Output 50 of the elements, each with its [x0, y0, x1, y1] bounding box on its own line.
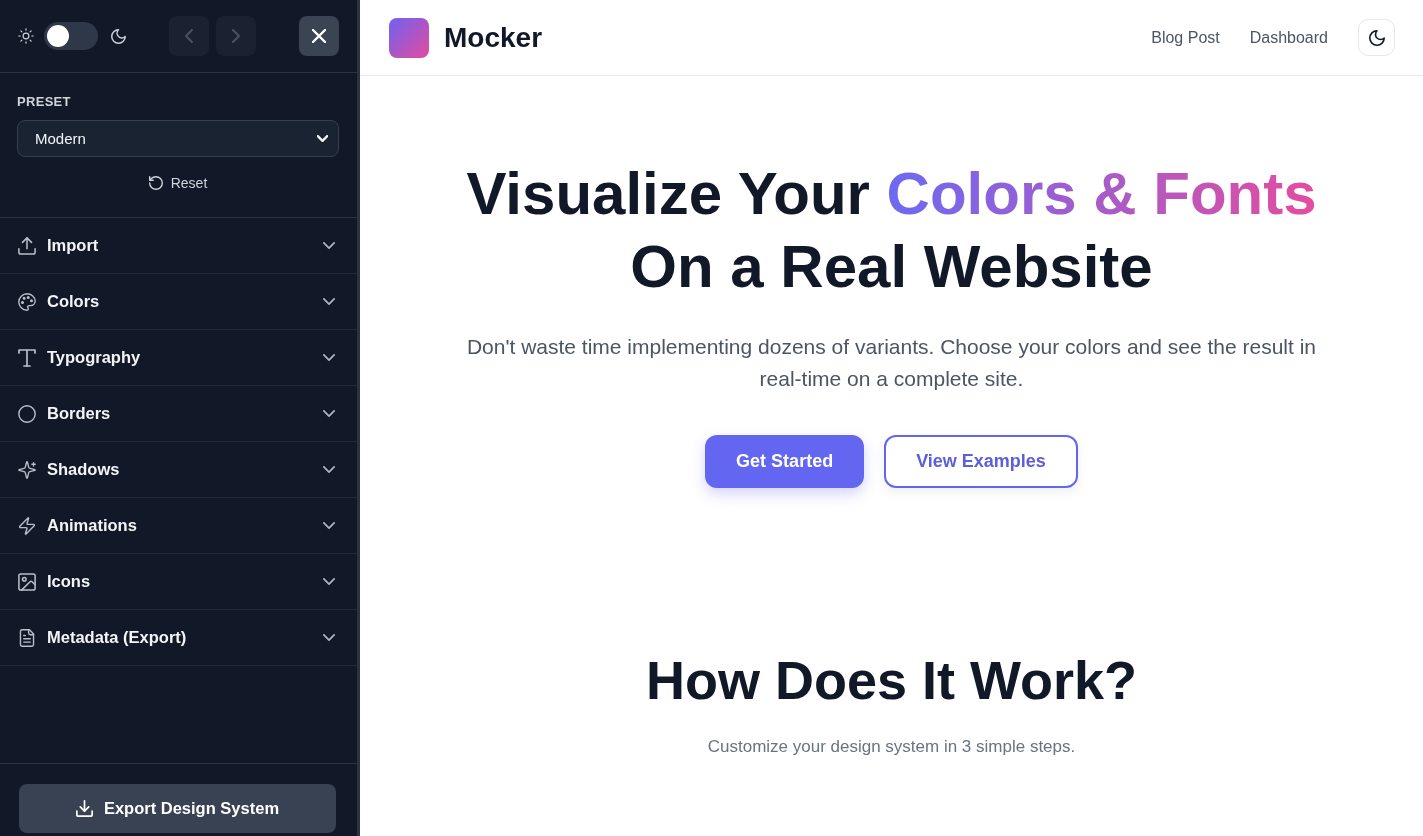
palette-icon [18, 292, 36, 311]
accordion-header[interactable]: Import [0, 218, 357, 274]
accordion-header[interactable]: Colors [0, 274, 357, 330]
image-icon [18, 572, 36, 591]
moon-icon [111, 28, 126, 44]
outline-button[interactable]: View Examples [884, 435, 1078, 488]
section-subtitle: Customize your design system in 3 simple steps. [706, 736, 1077, 758]
accordion-header[interactable]: Animations [0, 498, 357, 554]
chevron-left-icon [185, 29, 193, 43]
accordion-header[interactable]: Borders [0, 386, 357, 442]
accordion-header[interactable]: Metadata (Export) [0, 610, 357, 666]
section-heading: How Does It Work? [644, 649, 1138, 712]
accordion-header[interactable]: Shadows [0, 442, 357, 498]
preset-select[interactable]: Modern [17, 120, 339, 157]
export-button[interactable]: Export Design System [19, 784, 336, 833]
chevron-down-icon [323, 354, 335, 361]
close-icon [312, 29, 326, 43]
chevron-down-icon [323, 634, 335, 641]
download-icon [75, 800, 93, 817]
upload-icon [18, 236, 36, 255]
hero-heading: Visualize Your Colors & Fonts On a Real Website [465, 159, 1318, 302]
theme-switch[interactable] [44, 22, 98, 50]
theme-button[interactable] [1358, 19, 1395, 56]
hero-subtitle: Don't waste time implementing dozens of variants. Choose your colors and see the result in real-time on a complete site. [465, 334, 1318, 392]
logo-icon [389, 17, 429, 58]
lightning-icon [18, 516, 36, 535]
accordion-header[interactable]: Icons [0, 554, 357, 610]
chevron-right-icon [232, 29, 240, 43]
chevron-down-icon [317, 135, 328, 142]
circular-arrow-icon [148, 176, 163, 190]
primary-button[interactable]: Get Started [705, 435, 865, 488]
close-button[interactable] [299, 16, 339, 56]
sun-icon [18, 28, 34, 44]
nav-link[interactable]: Blog Post [1151, 28, 1220, 47]
circle-icon [18, 404, 36, 423]
moon-icon [1368, 29, 1385, 46]
accordion-header[interactable]: Typography [0, 330, 357, 386]
chevron-down-icon [323, 522, 335, 529]
chevron-down-icon [323, 298, 335, 305]
document-icon [18, 628, 36, 647]
letter-t-icon [18, 348, 36, 367]
chevron-down-icon [323, 410, 335, 417]
chevron-down-icon [323, 242, 335, 249]
brand-name: Mocker [444, 21, 543, 54]
chevron-down-icon [323, 466, 335, 473]
preset-label: PRESET [17, 94, 72, 110]
sparkle-icon [18, 460, 36, 479]
reset-button[interactable]: Reset [148, 173, 208, 193]
nav-link[interactable]: Dashboard [1249, 28, 1328, 47]
chevron-down-icon [323, 578, 335, 585]
